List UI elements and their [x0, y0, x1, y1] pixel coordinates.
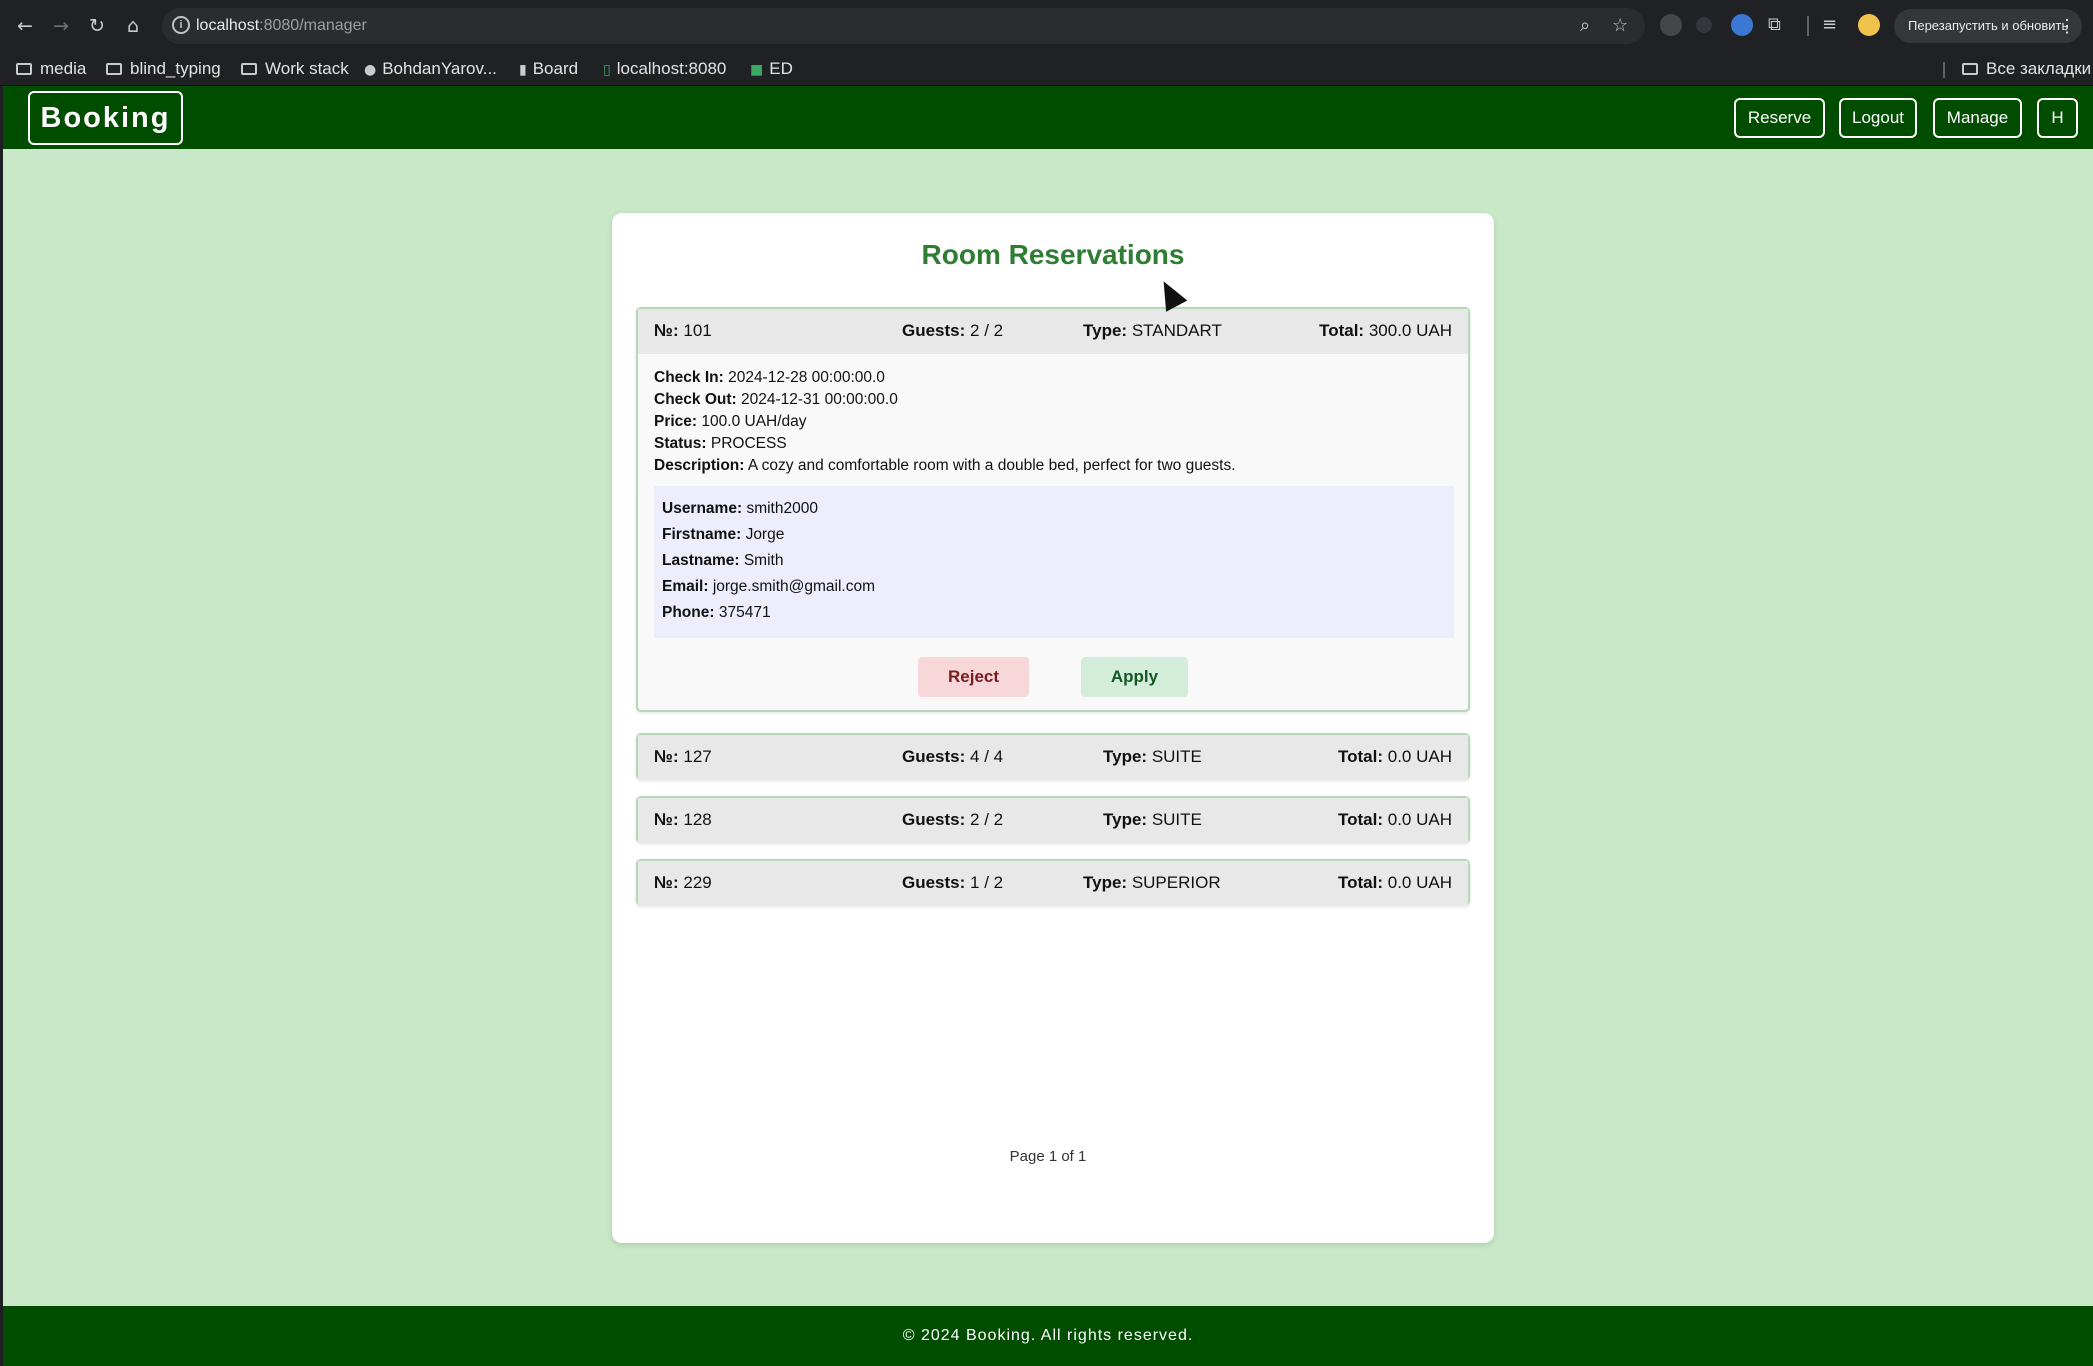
- address-bar[interactable]: i localhost:8080/manager ⌕ ☆: [162, 8, 1645, 44]
- toolbar-divider: [1807, 16, 1809, 36]
- folder-icon: [16, 63, 32, 75]
- manage-button[interactable]: Manage: [1933, 98, 2022, 138]
- bookmark-localhost[interactable]: ▯ localhost:8080: [603, 56, 726, 82]
- reservation-item[interactable]: №: 128 Guests: 2 / 2 Type: SUITE Total: …: [636, 796, 1470, 843]
- phone: Phone: 375471: [662, 604, 771, 621]
- room-type: Type: SUITE: [1103, 747, 1202, 766]
- total-price: Total: 0.0 UAH: [1338, 747, 1452, 766]
- room-number: №: 229: [654, 873, 712, 892]
- status: Status: PROCESS: [654, 435, 787, 452]
- logout-button[interactable]: Logout: [1839, 98, 1917, 138]
- reservation-item[interactable]: №: 229 Guests: 1 / 2 Type: SUPERIOR Tota…: [636, 859, 1470, 906]
- reject-button[interactable]: Reject: [918, 657, 1029, 697]
- brand-logo-link[interactable]: Booking: [28, 91, 183, 145]
- all-bookmarks-folder[interactable]: Все закладки: [1962, 56, 2091, 82]
- reservation-item: №: 101 Guests: 2 / 2 Type: STANDART Tota…: [636, 307, 1470, 712]
- browser-toolbar: ← → ↻ ⌂ i localhost:8080/manager ⌕ ☆ ⧉ ≡…: [0, 0, 2093, 52]
- folder-icon: [106, 63, 122, 75]
- room-number: №: 128: [654, 810, 712, 829]
- bookmarks-divider: [1943, 62, 1945, 78]
- check-in: Check In: 2024-12-28 00:00:00.0: [654, 369, 885, 386]
- menu-dots-icon[interactable]: ⋮: [2058, 9, 2076, 43]
- total-price: Total: 0.0 UAH: [1338, 810, 1452, 829]
- description: Description: A cozy and comfortable room…: [654, 457, 1236, 474]
- user-menu-button[interactable]: H: [2037, 98, 2078, 138]
- home-icon[interactable]: ⌂: [120, 13, 146, 39]
- page-viewport: Booking Reserve Logout Manage H Room Res…: [3, 86, 2093, 1366]
- app-header: Booking Reserve Logout Manage H: [3, 86, 2093, 149]
- relaunch-update-button[interactable]: Перезапустить и обновить ⋮: [1894, 9, 2082, 43]
- lastname: Lastname: Smith: [662, 552, 784, 569]
- check-out: Check Out: 2024-12-31 00:00:00.0: [654, 391, 898, 408]
- extension-icon[interactable]: [1660, 14, 1682, 36]
- page-title: Room Reservations: [921, 239, 1185, 270]
- total-price: Total: 300.0 UAH: [1319, 321, 1452, 340]
- profile-avatar[interactable]: [1858, 14, 1880, 36]
- site-info-icon[interactable]: i: [172, 16, 190, 34]
- price: Price: 100.0 UAH/day: [654, 413, 807, 430]
- forward-icon[interactable]: →: [48, 13, 74, 39]
- guests-count: Guests: 1 / 2: [902, 873, 1004, 892]
- room-number: №: 127: [654, 747, 712, 766]
- bookmark-star-icon[interactable]: ☆: [1612, 15, 1628, 36]
- reservation-header[interactable]: №: 128 Guests: 2 / 2 Type: SUITE Total: …: [638, 798, 1468, 843]
- guests-count: Guests: 2 / 2: [902, 321, 1004, 340]
- extensions-puzzle-icon[interactable]: ⧉: [1768, 14, 1781, 35]
- user-info-box: Username: smith2000 Firstname: Jorge Las…: [654, 486, 1454, 638]
- total-price: Total: 0.0 UAH: [1338, 873, 1452, 892]
- room-number: №: 101: [654, 321, 712, 340]
- folder-icon: [241, 63, 257, 75]
- ed-icon: ■: [750, 62, 764, 78]
- reservation-item[interactable]: №: 127 Guests: 4 / 4 Type: SUITE Total: …: [636, 733, 1470, 780]
- reservations-card: Room Reservations №: 101 Guests: 2 / 2 T…: [612, 213, 1494, 1243]
- trello-icon: ▮: [519, 62, 527, 78]
- github-icon: ●: [364, 62, 377, 78]
- bookmark-board[interactable]: ▮ Board: [519, 56, 578, 82]
- pagination-label: Page 1 of 1: [1009, 1148, 1087, 1165]
- apply-button[interactable]: Apply: [1081, 657, 1188, 697]
- bookmark-github[interactable]: ● BohdanYarov...: [364, 56, 497, 82]
- room-type: Type: SUPERIOR: [1083, 873, 1221, 892]
- zoom-icon[interactable]: ⌕: [1580, 15, 1590, 36]
- extension-icon[interactable]: [1731, 14, 1753, 36]
- reservation-header[interactable]: №: 127 Guests: 4 / 4 Type: SUITE Total: …: [638, 735, 1468, 780]
- bookmark-folder-media[interactable]: media: [16, 56, 86, 82]
- reservation-header[interactable]: №: 229 Guests: 1 / 2 Type: SUPERIOR Tota…: [638, 861, 1468, 906]
- bookmark-ed[interactable]: ■ ED: [750, 56, 793, 82]
- guests-count: Guests: 2 / 2: [902, 810, 1004, 829]
- media-controls-icon[interactable]: ≡: [1822, 14, 1837, 35]
- room-type: Type: SUITE: [1103, 810, 1202, 829]
- bookmark-folder-work-stack[interactable]: Work stack: [241, 56, 349, 82]
- email: Email: jorge.smith@gmail.com: [662, 578, 875, 595]
- extension-icon[interactable]: [1696, 17, 1712, 33]
- footer: © 2024 Booking. All rights reserved.: [3, 1306, 2093, 1366]
- bookmarks-bar: media blind_typing Work stack ● BohdanYar…: [0, 52, 2093, 86]
- bookmark-folder-blind-typing[interactable]: blind_typing: [106, 56, 221, 82]
- guests-count: Guests: 4 / 4: [902, 747, 1004, 766]
- username: Username: smith2000: [662, 500, 818, 517]
- page-icon: ▯: [603, 62, 611, 78]
- url-text[interactable]: localhost:8080/manager: [196, 17, 367, 35]
- firstname: Firstname: Jorge: [662, 526, 785, 543]
- reservation-header[interactable]: №: 101 Guests: 2 / 2 Type: STANDART Tota…: [638, 309, 1468, 354]
- reload-icon[interactable]: ↻: [84, 13, 110, 39]
- reserve-button[interactable]: Reserve: [1734, 98, 1825, 138]
- room-type: Type: STANDART: [1083, 321, 1222, 340]
- folder-icon: [1962, 63, 1978, 75]
- back-icon[interactable]: ←: [12, 13, 38, 39]
- reservation-details: Check In: 2024-12-28 00:00:00.0 Check Ou…: [654, 367, 1236, 477]
